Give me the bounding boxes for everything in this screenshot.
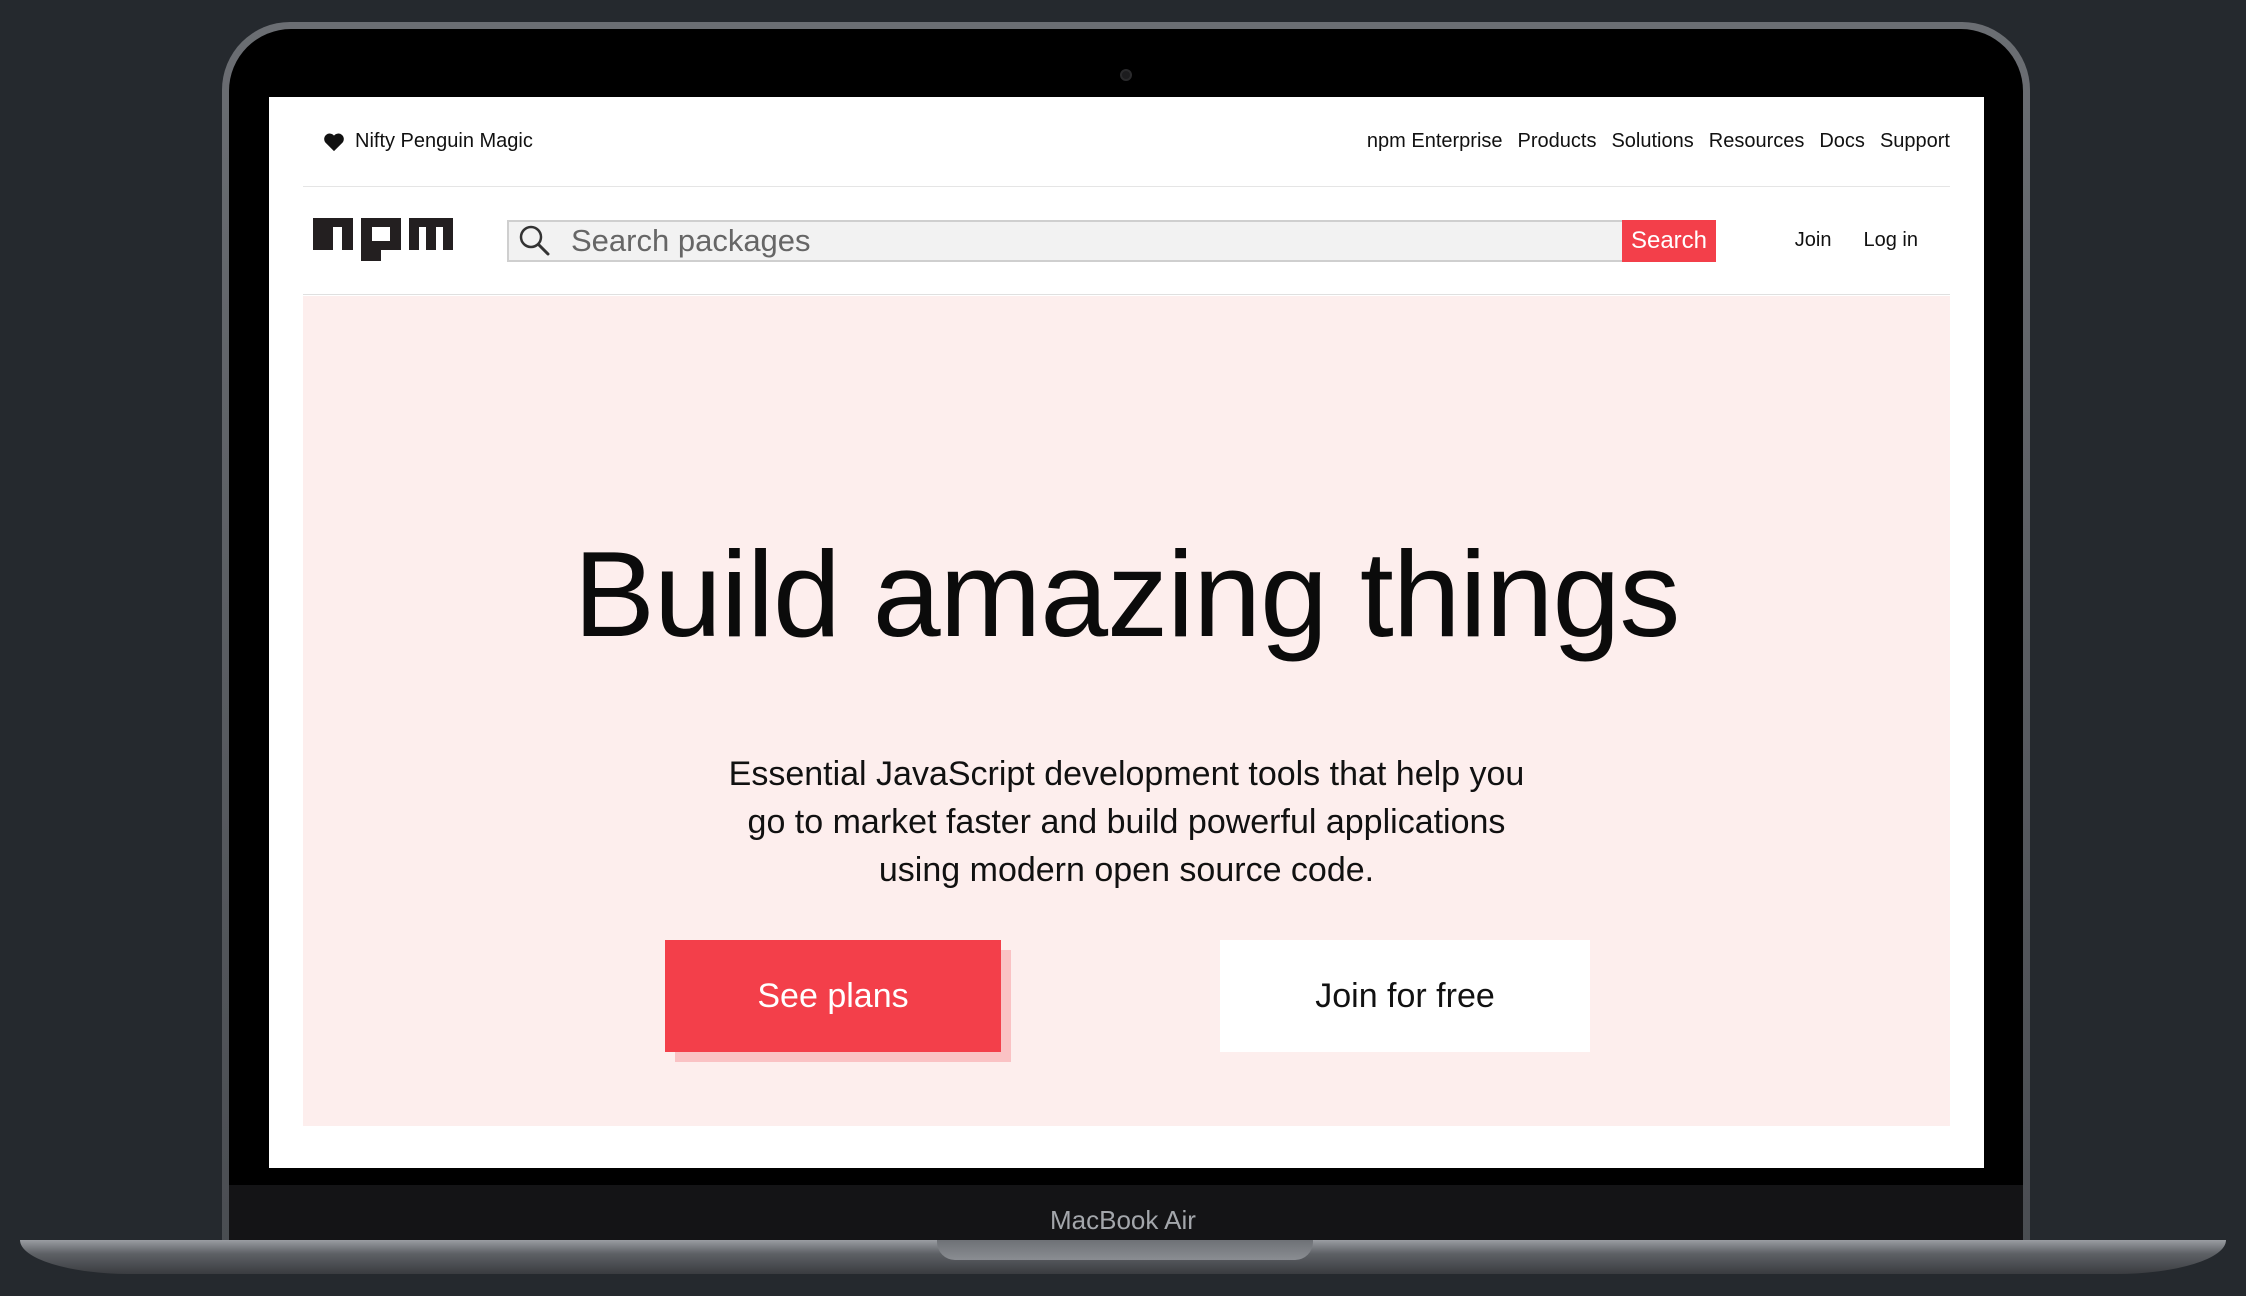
top-bar: Nifty Penguin Magic npm Enterprise Produ… [303,97,1950,187]
search-button[interactable]: Search [1622,219,1716,262]
join-for-free-button[interactable]: Join for free [1220,940,1590,1052]
search-box[interactable] [507,219,1622,262]
auth-links: Join Log in [1795,229,1918,252]
search-icon [515,221,555,261]
npm-logo[interactable] [313,217,453,264]
header-bar: Search Join Log in [303,187,1950,295]
nav-resources[interactable]: Resources [1709,130,1805,153]
device-model-label: MacBook Air [1050,1205,1196,1235]
login-link[interactable]: Log in [1864,229,1919,252]
nav-solutions[interactable]: Solutions [1611,130,1693,153]
hero-section: Build amazing things Essential JavaScrip… [303,296,1950,1126]
tagline[interactable]: Nifty Penguin Magic [303,130,533,153]
nav-support[interactable]: Support [1880,130,1950,153]
hero-title: Build amazing things [573,526,1681,662]
nav-npm-enterprise[interactable]: npm Enterprise [1367,130,1503,153]
hero-subtitle: Essential JavaScript development tools t… [728,755,1525,889]
tagline-text: Nifty Penguin Magic [355,130,533,152]
laptop-base-notch [937,1240,1313,1260]
see-plans-button[interactable]: See plans [665,940,1001,1052]
search-input[interactable] [569,221,1569,260]
heart-icon [323,132,345,152]
search-form: Search [507,219,1716,262]
camera [1120,69,1132,81]
browser-viewport: Nifty Penguin Magic npm Enterprise Produ… [269,97,1984,1168]
top-nav: npm Enterprise Products Solutions Resour… [1367,130,1950,153]
nav-docs[interactable]: Docs [1819,130,1865,153]
join-link[interactable]: Join [1795,229,1832,252]
nav-products[interactable]: Products [1518,130,1597,153]
